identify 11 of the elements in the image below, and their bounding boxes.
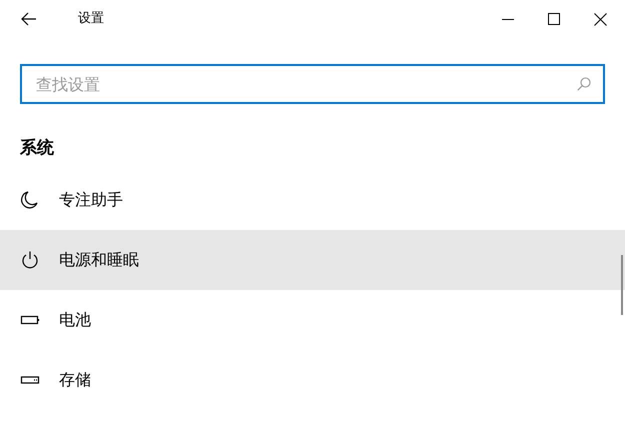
section-heading: 系统 (20, 137, 55, 160)
search-icon (577, 77, 591, 91)
scrollbar-thumb[interactable] (621, 255, 623, 315)
close-icon (594, 12, 606, 26)
power-icon (20, 250, 40, 270)
maximize-icon (548, 13, 560, 25)
moon-icon (20, 190, 40, 210)
back-arrow-icon (21, 12, 37, 26)
settings-item[interactable]: 电源和睡眠 (0, 230, 625, 290)
search-field[interactable]: 查找设置 (20, 64, 605, 104)
window-title: 设置 (78, 10, 104, 28)
